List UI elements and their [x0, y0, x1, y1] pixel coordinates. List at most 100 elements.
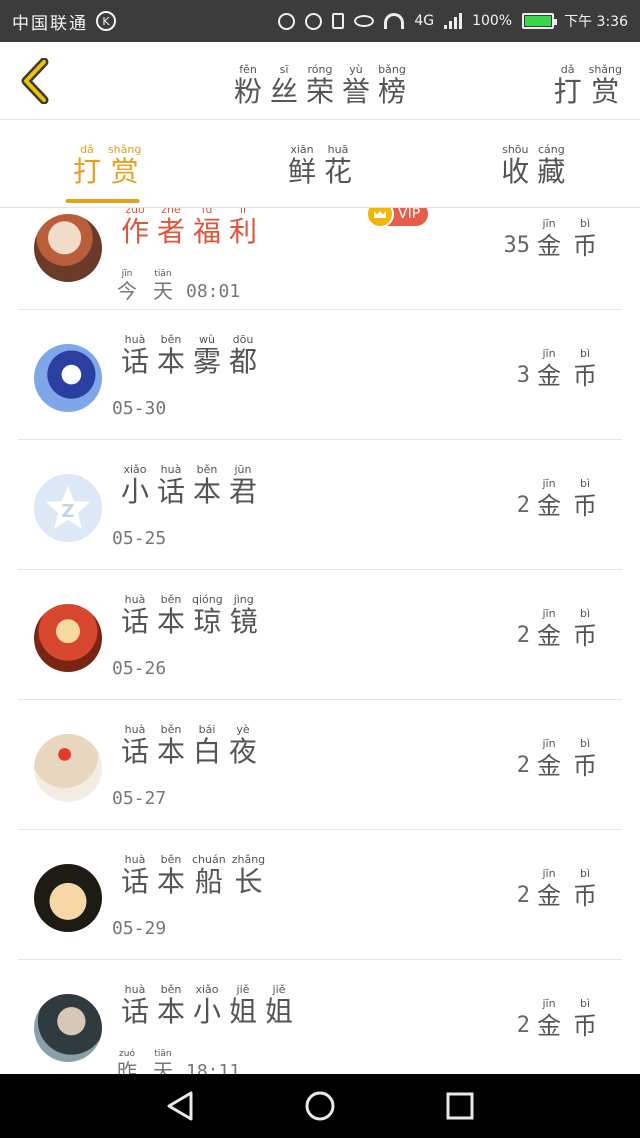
fan-name: huà 话 běn 本 wù 雾 dōu 都: [120, 328, 258, 378]
list-item[interactable]: zuò 作 zhě 者 fú 福 lì 利 VIP jīn 今 tiān 天 08:01 35 jīn 金…: [18, 208, 622, 310]
ruby-char: chuán 船: [192, 854, 226, 898]
nav-home-button[interactable]: [298, 1084, 342, 1128]
list-item[interactable]: huà 话 běn 本 bái 白 yè 夜 05-27 2 jīn 金 bì 币: [18, 700, 622, 830]
hanzi: 话: [120, 345, 149, 378]
ruby-char: běn 本: [156, 594, 186, 638]
coin-amount: 2 jīn 金 bì 币: [517, 478, 600, 522]
battery-percent: 100%: [472, 13, 513, 29]
ruby-char: jiě 姐: [228, 984, 258, 1028]
hanzi: 鲜: [287, 155, 316, 188]
clock: 下午 3:36: [564, 14, 628, 30]
headset-icon: [278, 12, 296, 30]
ruby-char: bì 币: [570, 218, 600, 262]
hanzi: 赏: [591, 75, 620, 108]
hanzi: 打: [72, 155, 101, 188]
ruby-char: huà 话: [120, 854, 150, 898]
ruby-char: cáng 藏: [536, 144, 566, 188]
ruby-char: tiān 天: [148, 1048, 178, 1074]
carrier-badge-icon: K: [96, 11, 116, 31]
reward-link[interactable]: dǎ 打 shǎng 赏: [553, 58, 622, 108]
ruby-char: lì 利: [228, 208, 258, 248]
avatar: [34, 994, 102, 1062]
hanzi: 姐: [264, 995, 293, 1028]
wifi-icon: [384, 13, 405, 29]
ruby-char: běn 本: [192, 464, 222, 508]
hanzi: 打: [553, 75, 582, 108]
hanzi: 船: [194, 865, 223, 898]
pinyin: bì: [579, 997, 591, 1010]
ruby-char: zhǎng 长: [232, 854, 265, 898]
hanzi: 本: [156, 605, 185, 638]
hanzi: 话: [120, 605, 149, 638]
ruby-char: yè 夜: [228, 724, 258, 768]
ruby-char: bì 币: [570, 348, 600, 392]
hanzi: 誉: [341, 75, 370, 108]
hanzi: 金: [537, 1012, 561, 1040]
hanzi: 天: [153, 279, 173, 303]
hanzi: 金: [537, 492, 561, 520]
ruby-char: wù 雾: [192, 334, 222, 378]
reward-date: 05-27: [112, 788, 167, 809]
ruby-char: bì 币: [570, 868, 600, 912]
ruby-char: xiǎo 小: [120, 464, 150, 508]
hanzi: 币: [573, 752, 597, 780]
hanzi: 币: [573, 622, 597, 650]
tab-flowers[interactable]: xiān 鲜 huā 花: [213, 120, 426, 207]
ruby-char: běn 本: [156, 334, 186, 378]
hanzi: 丝: [269, 75, 298, 108]
hanzi: 收: [501, 155, 530, 188]
ruby-char: shǎng 赏: [108, 144, 141, 188]
hanzi: 金: [537, 362, 561, 390]
tab-favorites[interactable]: shōu 收 cáng 藏: [427, 120, 640, 207]
list-item[interactable]: huà 话 běn 本 qióng 琼 jìng 镜 05-26 2 jīn 金 bì 币: [18, 570, 622, 700]
hanzi: 雾: [192, 345, 221, 378]
ruby-char: bái 白: [192, 724, 222, 768]
pinyin: bì: [579, 347, 591, 360]
ruby-char: jīn 金: [534, 218, 564, 262]
ruby-char: bì 币: [570, 478, 600, 522]
hanzi: 本: [192, 475, 221, 508]
list-item[interactable]: huà 话 běn 本 chuán 船 zhǎng 长 05-29 2 jīn 金 bì 币: [18, 830, 622, 960]
list-item[interactable]: huà 话 běn 本 xiǎo 小 jiě 姐 jiě 姐 zuó 昨 tiān 天 18:11 2 jī…: [18, 960, 622, 1074]
ruby-char: yù 誉: [341, 64, 371, 108]
ruby-char: bǎng 榜: [377, 64, 407, 108]
square-recents-icon: [446, 1092, 474, 1120]
avatar: [34, 604, 102, 672]
ruby-char: qióng 琼: [192, 594, 223, 638]
ruby-char: tiān 天: [148, 268, 178, 302]
vip-badge: VIP: [366, 208, 429, 228]
nav-back-button[interactable]: [158, 1084, 202, 1128]
list-item[interactable]: huà 话 běn 本 wù 雾 dōu 都 05-30 3 jīn 金 bì 币: [18, 310, 622, 440]
ruby-char: jìng 镜: [229, 594, 259, 638]
ruby-char: běn 本: [156, 724, 186, 768]
ruby-char: zhě 者: [156, 208, 186, 248]
reward-date: 05-29: [112, 918, 167, 939]
ruby-char: jiě 姐: [264, 984, 294, 1028]
avatar: [34, 344, 102, 412]
hanzi: 话: [156, 475, 185, 508]
hanzi: 藏: [537, 155, 566, 188]
list-item[interactable]: Z xiǎo 小 huà 话 běn 本 jūn 君 05-25 2 jīn 金 bì 币: [18, 440, 622, 570]
ruby-char: jīn 今: [112, 268, 142, 302]
coin-amount: 3 jīn 金 bì 币: [517, 348, 600, 392]
hd-icon: [305, 12, 323, 30]
hanzi: 小: [120, 475, 149, 508]
ruby-char: huà 话: [120, 724, 150, 768]
reward-date: 05-25: [112, 528, 167, 549]
hanzi: 荣: [305, 75, 334, 108]
hanzi: 币: [573, 882, 597, 910]
hanzi: 君: [228, 475, 257, 508]
hanzi: 币: [573, 1012, 597, 1040]
hanzi: 币: [573, 362, 597, 390]
fan-name: huà 话 běn 本 chuán 船 zhǎng 长: [120, 848, 265, 898]
tab-reward[interactable]: dǎ 打 shǎng 赏: [0, 120, 213, 207]
system-nav-bar: [0, 1074, 640, 1138]
hanzi: 金: [537, 622, 561, 650]
hanzi: 白: [192, 735, 221, 768]
hanzi: 粉: [233, 75, 262, 108]
eye-icon: [354, 15, 375, 27]
nav-recents-button[interactable]: [438, 1084, 482, 1128]
hanzi: 福: [192, 215, 221, 248]
ruby-char: bì 币: [570, 608, 600, 652]
ruby-char: bì 币: [570, 998, 600, 1042]
